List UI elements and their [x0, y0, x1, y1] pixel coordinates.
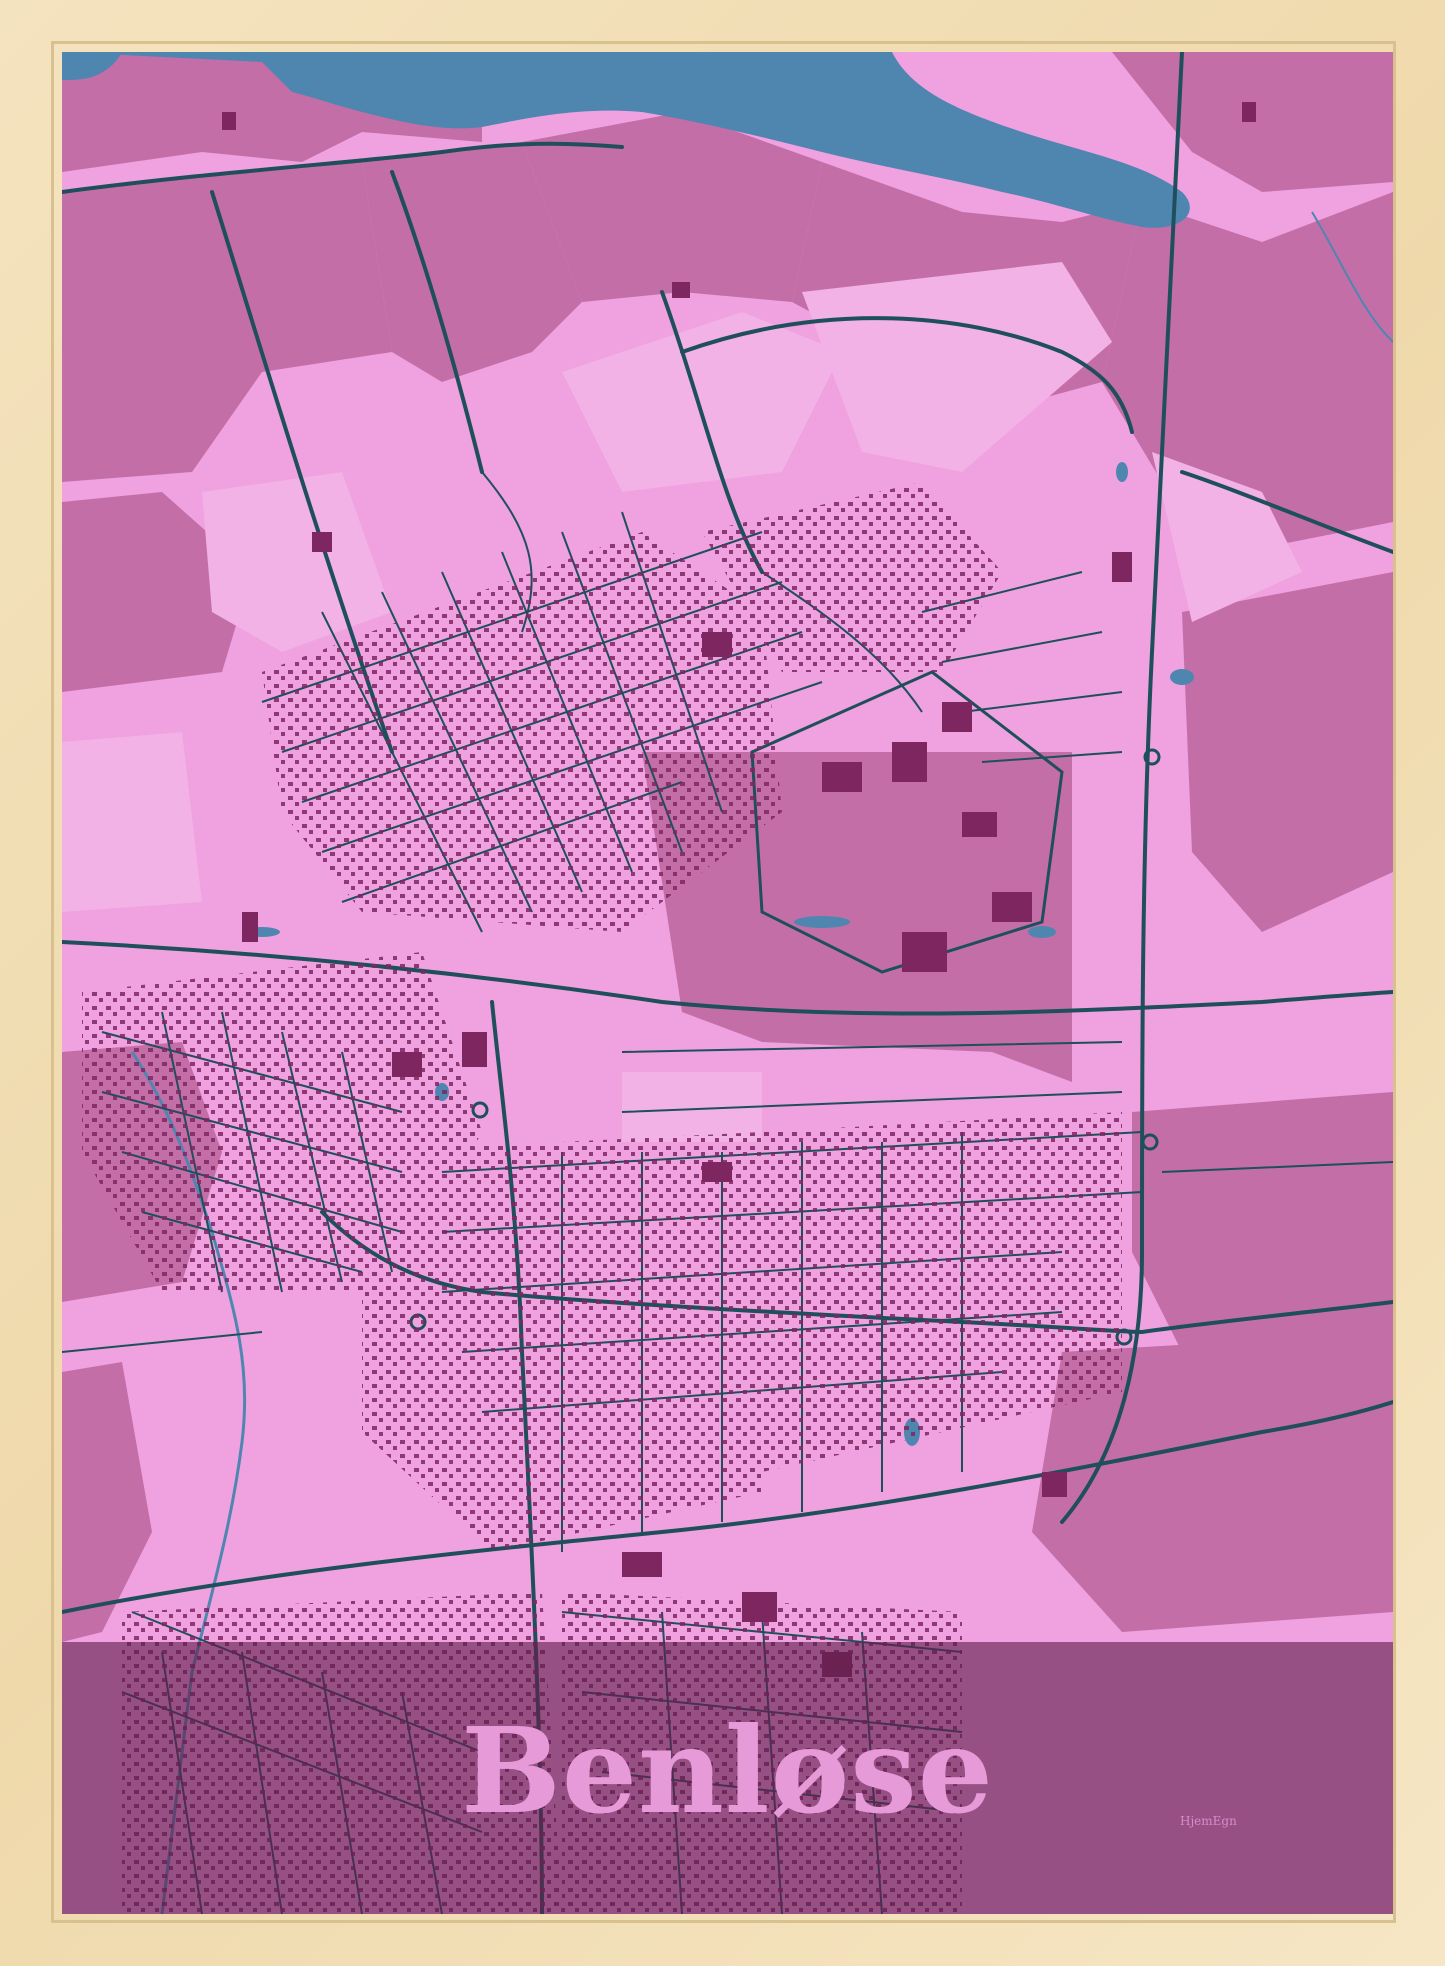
place-name: Benløse [461, 1701, 994, 1840]
map-canvas [62, 52, 1393, 1914]
signature: HjemEgn [1180, 1814, 1237, 1828]
map-poster: Benløse HjemEgn [62, 52, 1393, 1914]
